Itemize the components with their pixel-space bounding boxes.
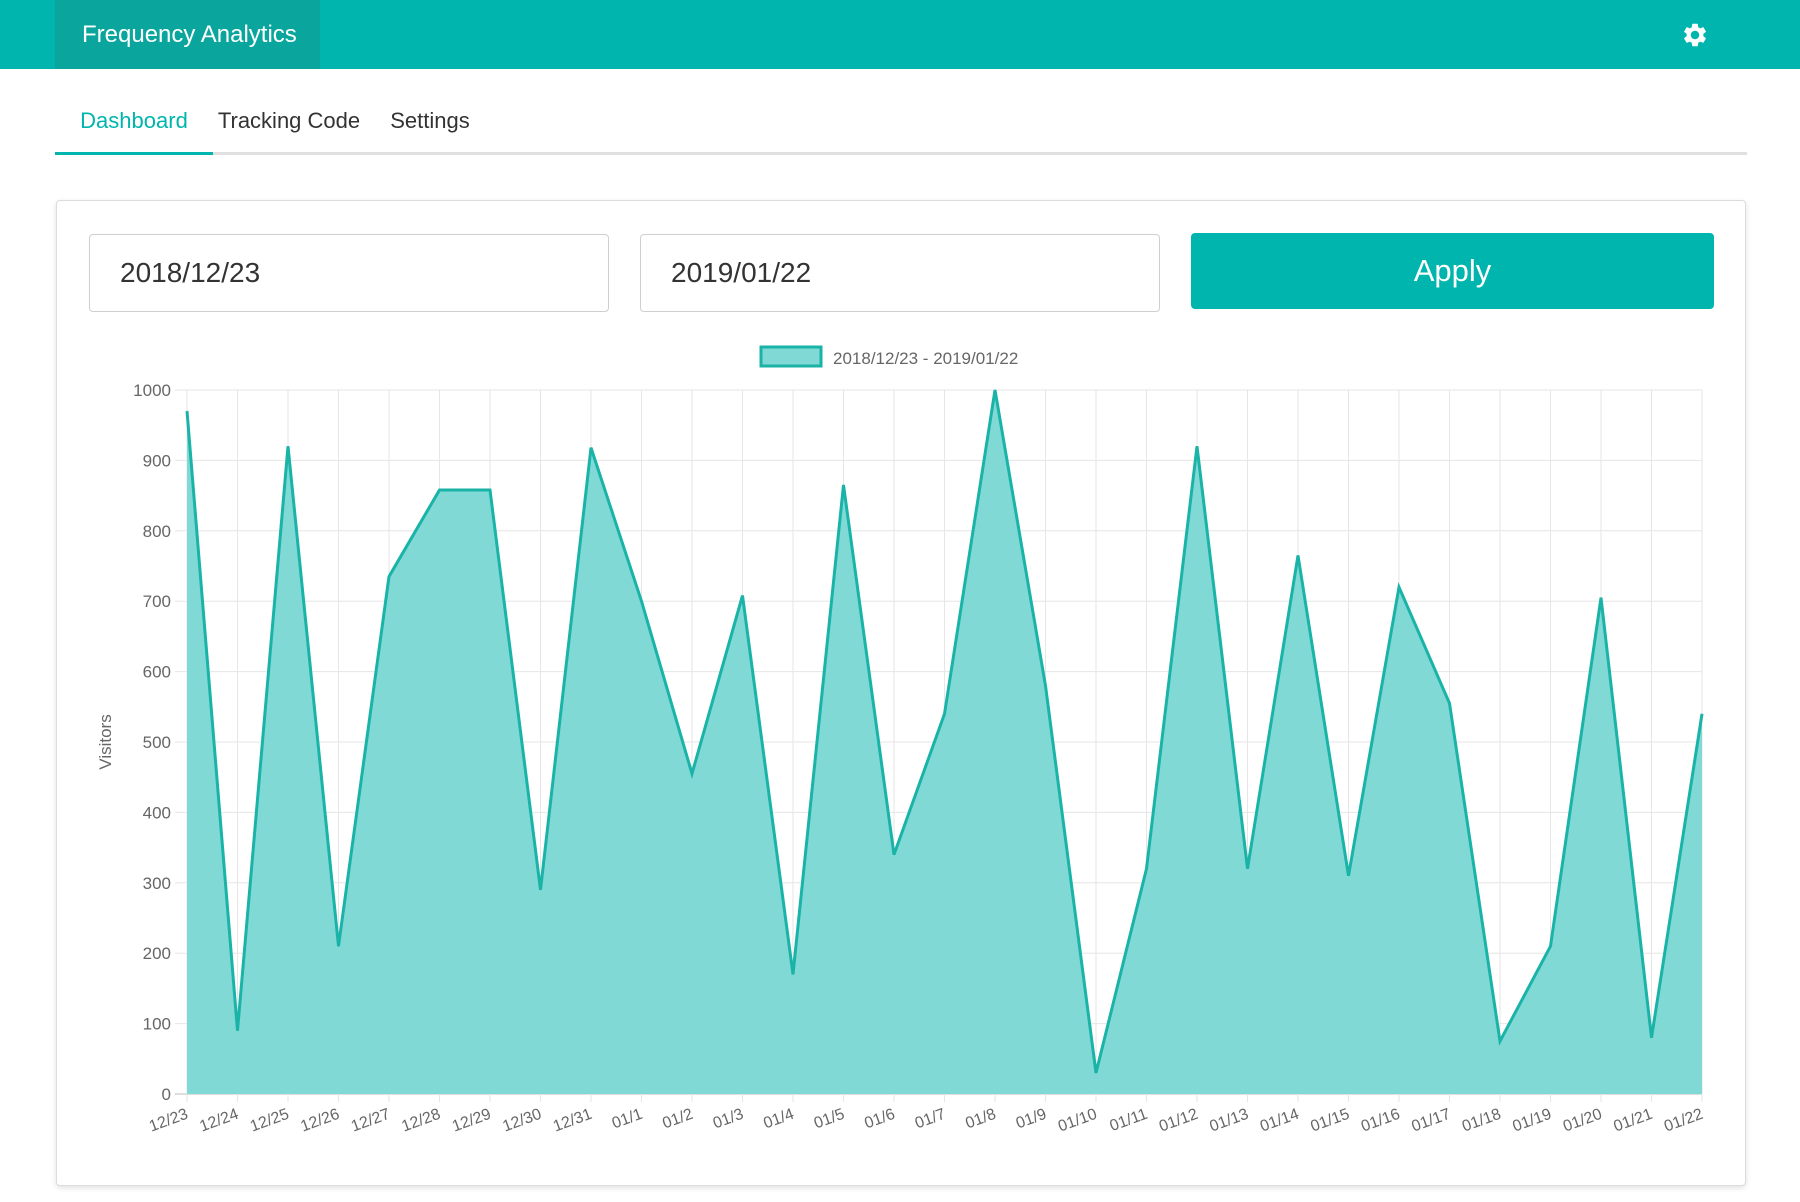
y-tick-label: 900 [143, 451, 171, 470]
x-tick-label: 01/13 [1207, 1106, 1251, 1136]
data-point [691, 773, 693, 775]
data-point [590, 447, 592, 449]
x-tick-label: 01/22 [1662, 1106, 1706, 1136]
x-tick-label: 12/31 [551, 1106, 595, 1136]
data-point [1297, 554, 1299, 556]
data-point [1550, 945, 1551, 947]
x-tick-label: 01/6 [862, 1106, 897, 1133]
x-tick-label: 12/25 [248, 1106, 292, 1136]
data-point [186, 410, 188, 412]
x-tick-label: 12/23 [147, 1106, 191, 1136]
tab-tracking-code[interactable]: Tracking Code [213, 92, 365, 155]
data-point [1146, 868, 1147, 870]
data-point [994, 389, 996, 391]
x-tick-label: 01/17 [1409, 1106, 1453, 1136]
data-point [1499, 1040, 1501, 1042]
data-point [540, 889, 541, 891]
data-point [1701, 713, 1703, 715]
x-tick-label: 12/30 [500, 1106, 544, 1136]
x-tick-label: 01/5 [812, 1106, 847, 1133]
tab-dashboard[interactable]: Dashboard [55, 92, 213, 155]
data-point [1196, 445, 1198, 447]
y-tick-label: 500 [143, 733, 171, 752]
x-tick-label: 01/9 [1014, 1106, 1049, 1133]
data-point [944, 713, 945, 715]
x-tick-label: 12/28 [399, 1106, 443, 1136]
data-point [1449, 702, 1450, 704]
data-point [1600, 597, 1602, 599]
x-tick-label: 01/16 [1359, 1106, 1403, 1136]
y-tick-label: 100 [143, 1015, 171, 1034]
data-point [1095, 1072, 1097, 1074]
x-tick-label: 01/8 [963, 1106, 998, 1133]
x-tick-label: 01/10 [1056, 1106, 1100, 1136]
data-point [792, 973, 794, 975]
x-tick-label: 01/3 [711, 1106, 746, 1133]
x-tick-label: 01/12 [1157, 1106, 1201, 1136]
tab-bar: Dashboard Tracking Code Settings [55, 92, 1747, 155]
tab-settings[interactable]: Settings [365, 92, 495, 155]
legend-swatch [759, 345, 823, 368]
data-point [1398, 586, 1400, 588]
data-point [287, 445, 289, 447]
x-tick-label: 01/1 [610, 1106, 645, 1133]
x-tick-label: 01/2 [660, 1106, 695, 1133]
x-tick-label: 01/18 [1460, 1106, 1504, 1136]
data-point [338, 945, 339, 947]
data-point [237, 1030, 238, 1032]
dashboard-card: Apply 0100200300400500600700800900100012… [56, 200, 1746, 1186]
x-tick-label: 12/24 [197, 1106, 241, 1136]
x-tick-label: 01/19 [1510, 1106, 1554, 1136]
y-tick-label: 0 [162, 1085, 171, 1104]
data-point [388, 576, 390, 578]
legend-label: 2018/12/23 - 2019/01/22 [833, 349, 1018, 368]
x-tick-label: 01/21 [1611, 1106, 1655, 1136]
x-tick-label: 12/29 [450, 1106, 494, 1136]
y-tick-label: 800 [143, 522, 171, 541]
data-point [641, 600, 642, 602]
x-tick-label: 01/15 [1308, 1106, 1352, 1136]
data-point [893, 854, 895, 856]
data-point [843, 484, 844, 486]
data-point [1651, 1037, 1652, 1039]
data-point [439, 489, 440, 491]
y-tick-label: 300 [143, 874, 171, 893]
y-tick-label: 1000 [133, 381, 171, 400]
data-point [1045, 685, 1046, 687]
data-point [489, 489, 491, 491]
top-app-bar: Frequency Analytics [0, 0, 1800, 69]
y-tick-label: 200 [143, 944, 171, 963]
data-point [742, 595, 743, 597]
x-tick-label: 01/20 [1561, 1106, 1605, 1136]
y-tick-label: 600 [143, 663, 171, 682]
y-axis-label: Visitors [96, 714, 115, 769]
x-tick-label: 01/11 [1108, 1106, 1150, 1135]
x-tick-label: 12/27 [349, 1106, 393, 1136]
y-tick-label: 400 [143, 803, 171, 822]
gear-icon[interactable] [1681, 21, 1709, 49]
y-tick-label: 700 [143, 592, 171, 611]
x-tick-label: 12/26 [298, 1106, 342, 1136]
data-point [1247, 868, 1248, 870]
data-point [1348, 875, 1349, 877]
x-tick-label: 01/14 [1258, 1106, 1302, 1136]
app-title[interactable]: Frequency Analytics [55, 0, 320, 69]
x-tick-label: 01/4 [761, 1106, 796, 1133]
visitors-area-chart: 0100200300400500600700800900100012/23 12/… [96, 345, 1706, 1136]
x-tick-label: 01/7 [913, 1106, 948, 1133]
